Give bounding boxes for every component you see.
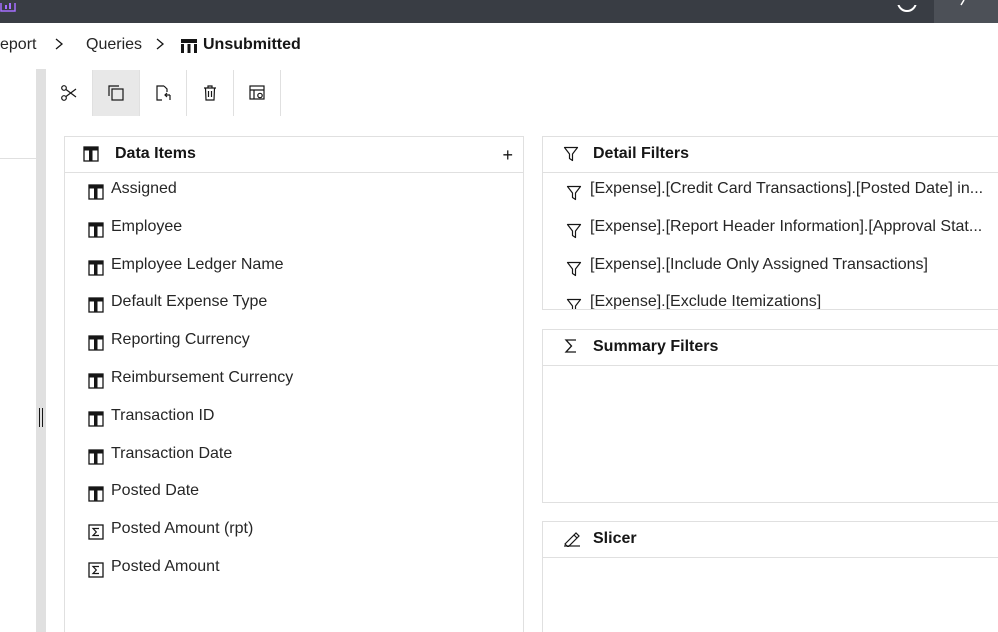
detail-filter-label: [Expense].[Exclude Itemizations] xyxy=(590,293,822,310)
query-properties-icon xyxy=(249,85,265,100)
data-item-label: Transaction ID xyxy=(111,406,215,424)
breadcrumb-current: Unsubmitted xyxy=(203,36,301,53)
delete-button[interactable] xyxy=(187,70,234,116)
data-item-icon xyxy=(88,335,104,351)
detail-filter-row[interactable]: [Expense].[Report Header Information].[A… xyxy=(543,211,998,249)
detail-filters-header: Detail Filters xyxy=(543,137,998,173)
data-item-label: Employee Ledger Name xyxy=(111,255,284,273)
data-items-panel: Data Items + Assigned Employee Employee Le… xyxy=(64,136,524,632)
cut-button[interactable] xyxy=(46,70,93,116)
data-item-label: Posted Date xyxy=(111,482,200,500)
sum-item-icon xyxy=(88,524,104,540)
data-item-row[interactable]: Posted Amount (rpt) xyxy=(65,513,523,551)
data-item-label: Reimbursement Currency xyxy=(111,369,294,386)
summary-filters-header: Summary Filters xyxy=(543,330,998,366)
data-item-label: Posted Amount (rpt) xyxy=(111,520,254,538)
summary-filters-panel: Summary Filters xyxy=(542,329,998,503)
detail-filter-label: [Expense].[Include Only Assigned Transac… xyxy=(590,255,928,273)
data-items-icon xyxy=(83,146,99,167)
paste-button[interactable] xyxy=(140,70,187,116)
cut-icon xyxy=(61,85,77,101)
detail-filter-label: [Expense].[Credit Card Transactions].[Po… xyxy=(590,180,984,197)
data-item-label: Posted Amount xyxy=(111,558,220,575)
left-panel xyxy=(0,69,36,632)
data-item-icon xyxy=(88,373,104,389)
sum-item-icon xyxy=(88,562,104,578)
top-bar xyxy=(0,0,998,23)
paste-icon xyxy=(156,85,171,101)
data-item-row[interactable]: Employee Ledger Name xyxy=(65,249,523,287)
data-item-icon xyxy=(88,297,104,314)
add-data-item-button[interactable]: + xyxy=(502,145,513,166)
panel-splitter[interactable] xyxy=(36,69,46,632)
chevron-right-icon xyxy=(53,37,65,56)
data-item-label: Default Expense Type xyxy=(111,293,268,311)
data-item-icon xyxy=(88,411,104,427)
help-icon[interactable] xyxy=(895,0,919,12)
sum-icon xyxy=(564,337,578,360)
copy-icon xyxy=(108,85,124,101)
data-item-label: Employee xyxy=(111,217,183,235)
copy-button[interactable] xyxy=(93,70,140,116)
breadcrumb: eport Queries Unsubmitted xyxy=(0,23,998,69)
data-item-icon xyxy=(88,222,104,238)
data-item-label: Reporting Currency xyxy=(111,331,250,349)
data-item-icon xyxy=(88,448,104,465)
data-item-row[interactable]: Posted Date xyxy=(65,475,523,513)
data-item-row[interactable]: Posted Amount xyxy=(65,551,523,589)
data-item-label: Assigned xyxy=(111,180,177,197)
detail-filters-panel: Detail Filters [Expense].[Credit Card Tr… xyxy=(542,136,998,310)
divider xyxy=(0,158,36,159)
slicer-panel: Slicer xyxy=(542,521,998,632)
breadcrumb-report[interactable]: eport xyxy=(0,36,36,54)
data-item-icon xyxy=(88,486,104,503)
slicer-icon xyxy=(563,531,581,552)
detail-filter-row[interactable]: [Expense].[Credit Card Transactions].[Po… xyxy=(543,173,998,211)
app-icon[interactable] xyxy=(0,0,18,12)
data-items-header: Data Items + xyxy=(65,137,523,173)
data-item-row[interactable]: Employee xyxy=(65,211,523,249)
data-item-row[interactable]: Default Expense Type xyxy=(65,286,523,324)
data-item-icon xyxy=(88,184,104,200)
data-item-row[interactable]: Transaction ID xyxy=(65,400,523,438)
detail-filter-row[interactable]: [Expense].[Exclude Itemizations] xyxy=(543,286,998,310)
data-item-row[interactable]: Reporting Currency xyxy=(65,324,523,362)
data-item-label: Transaction Date xyxy=(111,444,233,462)
delete-icon xyxy=(204,85,216,101)
query-properties-button[interactable] xyxy=(234,70,281,116)
slicer-title: Slicer xyxy=(593,530,637,547)
slicer-header: Slicer xyxy=(543,522,998,558)
toolbar xyxy=(46,70,281,116)
detail-filters-title: Detail Filters xyxy=(593,145,690,162)
user-menu-button[interactable] xyxy=(934,0,998,23)
breadcrumb-queries[interactable]: Queries xyxy=(86,36,142,54)
data-item-row[interactable]: Assigned xyxy=(65,173,523,211)
splitter-handle[interactable] xyxy=(39,408,43,427)
detail-filter-row[interactable]: [Expense].[Include Only Assigned Transac… xyxy=(543,249,998,287)
detail-filter-label: [Expense].[Report Header Information].[A… xyxy=(590,217,983,235)
data-item-row[interactable]: Transaction Date xyxy=(65,438,523,476)
data-item-row[interactable]: Reimbursement Currency xyxy=(65,362,523,400)
summary-filters-title: Summary Filters xyxy=(593,338,719,355)
data-item-icon xyxy=(88,259,104,276)
query-icon xyxy=(180,38,198,59)
data-items-title: Data Items xyxy=(115,145,196,162)
filter-icon xyxy=(563,146,579,167)
chevron-right-icon xyxy=(154,37,166,56)
